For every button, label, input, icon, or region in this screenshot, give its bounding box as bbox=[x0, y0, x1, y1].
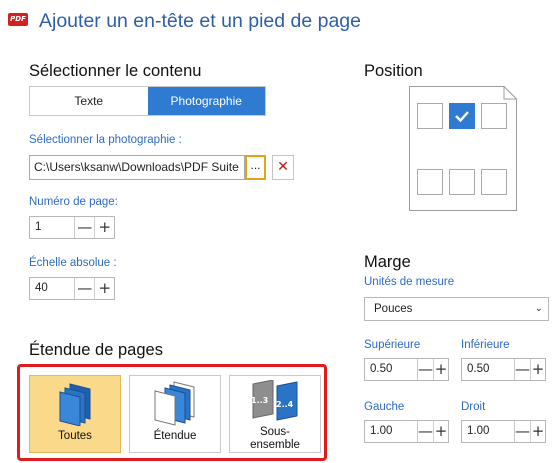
page-number-label: Numéro de page: bbox=[29, 196, 118, 208]
position-top-left[interactable] bbox=[417, 103, 443, 129]
position-heading: Position bbox=[364, 62, 423, 80]
margin-right-decrement[interactable]: — bbox=[515, 421, 530, 442]
tab-texte[interactable]: Texte bbox=[30, 87, 148, 115]
app-logo-icon: PDF bbox=[8, 13, 28, 26]
unit-label: Unités de mesure bbox=[364, 276, 455, 288]
range-extent-button[interactable]: Étendue bbox=[129, 375, 221, 453]
chevron-down-icon: ⌄ bbox=[534, 303, 543, 314]
range-subset-label-line2: ensemble bbox=[250, 439, 300, 451]
scale-label: Échelle absolue : bbox=[29, 257, 117, 269]
page-number-increment[interactable]: + bbox=[94, 217, 114, 238]
scale-decrement[interactable]: — bbox=[75, 278, 95, 299]
position-top-right[interactable] bbox=[481, 103, 507, 129]
margin-bottom-decrement[interactable]: — bbox=[515, 359, 530, 380]
unit-select[interactable]: Pouces ⌄ bbox=[364, 297, 549, 321]
photo-label: Sélectionner la photographie : bbox=[29, 134, 182, 146]
margin-top-decrement[interactable]: — bbox=[418, 359, 433, 380]
margin-bottom-increment[interactable]: + bbox=[530, 359, 545, 380]
margin-left-value[interactable]: 1.00 bbox=[365, 421, 418, 442]
margin-bottom-label: Inférieure bbox=[461, 339, 510, 351]
close-icon: ✕ bbox=[277, 159, 289, 175]
page-number-stepper[interactable]: 1 — + bbox=[29, 216, 115, 239]
scale-stepper[interactable]: 40 — + bbox=[29, 277, 115, 300]
range-options-group: Toutes Étendue 1..3 2..4 Sous- ensemble bbox=[17, 364, 327, 461]
margin-left-stepper[interactable]: 1.00 — + bbox=[364, 420, 449, 443]
range-heading: Étendue de pages bbox=[29, 341, 163, 359]
dialog-title: Ajouter un en-tête et un pied de page bbox=[39, 10, 361, 32]
content-heading: Sélectionner le contenu bbox=[29, 62, 202, 80]
all-pages-icon bbox=[59, 383, 91, 426]
margin-top-value[interactable]: 0.50 bbox=[365, 359, 418, 380]
margin-left-increment[interactable]: + bbox=[433, 421, 448, 442]
margin-top-stepper[interactable]: 0.50 — + bbox=[364, 358, 449, 381]
unit-select-value: Pouces bbox=[374, 303, 413, 315]
tab-photographie[interactable]: Photographie bbox=[147, 87, 265, 115]
margin-right-value[interactable]: 1.00 bbox=[462, 421, 515, 442]
range-all-button[interactable]: Toutes bbox=[29, 375, 121, 453]
margin-bottom-stepper[interactable]: 0.50 — + bbox=[461, 358, 546, 381]
scale-increment[interactable]: + bbox=[94, 278, 114, 299]
margin-right-label: Droit bbox=[461, 401, 486, 413]
margin-top-label: Supérieure bbox=[364, 339, 421, 351]
page-range-icon bbox=[154, 381, 195, 426]
subset-even-glyph: 2..4 bbox=[276, 400, 294, 409]
position-bottom-left[interactable] bbox=[417, 169, 443, 195]
margin-left-label: Gauche bbox=[364, 401, 405, 413]
margin-right-stepper[interactable]: 1.00 — + bbox=[461, 420, 546, 443]
browse-button[interactable]: ... bbox=[245, 155, 266, 180]
margin-right-increment[interactable]: + bbox=[530, 421, 545, 442]
position-bottom-right[interactable] bbox=[481, 169, 507, 195]
position-bottom-center[interactable] bbox=[449, 169, 475, 195]
content-type-toggle: Texte Photographie bbox=[29, 86, 266, 116]
clear-photo-button[interactable]: ✕ bbox=[272, 155, 294, 180]
range-subset-button[interactable]: 1..3 2..4 Sous- ensemble bbox=[229, 375, 321, 453]
photo-path-input[interactable]: C:\Users\ksanw\Downloads\PDF Suite bbox=[29, 155, 245, 180]
scale-value[interactable]: 40 bbox=[30, 278, 75, 299]
range-subset-label: Sous- bbox=[259, 426, 291, 438]
position-top-center[interactable] bbox=[449, 103, 475, 129]
margin-top-increment[interactable]: + bbox=[433, 359, 448, 380]
margin-bottom-value[interactable]: 0.50 bbox=[462, 359, 515, 380]
range-all-label: Toutes bbox=[58, 430, 92, 442]
page-number-value[interactable]: 1 bbox=[30, 217, 75, 238]
check-icon bbox=[455, 111, 469, 123]
subset-odd-glyph: 1..3 bbox=[251, 396, 269, 405]
margin-heading: Marge bbox=[364, 253, 411, 271]
page-number-decrement[interactable]: — bbox=[75, 217, 95, 238]
position-picker bbox=[409, 86, 517, 211]
margin-left-decrement[interactable]: — bbox=[418, 421, 433, 442]
range-extent-label: Étendue bbox=[153, 430, 197, 442]
